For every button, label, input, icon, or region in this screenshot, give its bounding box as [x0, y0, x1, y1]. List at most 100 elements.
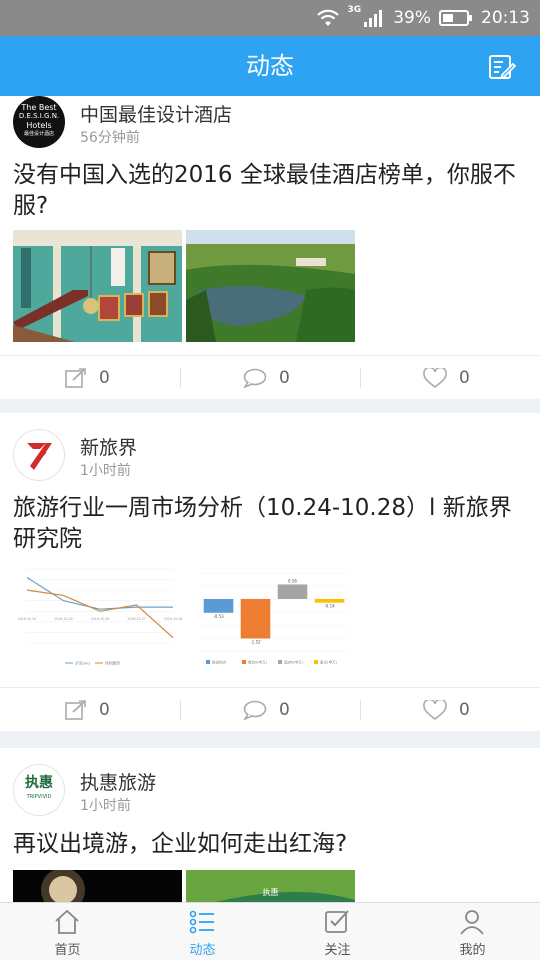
post-image[interactable]	[13, 230, 182, 342]
bar	[203, 599, 234, 613]
like-count: 0	[459, 700, 470, 720]
tick-label: 2016-10-24	[18, 617, 37, 621]
tab-feed[interactable]: 动态	[135, 903, 270, 960]
follow-check-icon	[325, 910, 349, 933]
profile-icon	[460, 910, 484, 935]
post-time: 1小时前	[80, 798, 131, 814]
post-time: 1小时前	[80, 463, 131, 479]
feed-list[interactable]: The Best D.E.S.I.G.N. Hotels 最佳设计酒店 中国最佳…	[0, 96, 540, 902]
tab-profile[interactable]: 我的	[405, 903, 540, 960]
clock: 20:13	[481, 8, 530, 28]
bar	[240, 599, 271, 639]
legend-label: 景点(申万)	[320, 660, 338, 665]
avatar-text: 执惠	[25, 775, 53, 791]
divider	[180, 368, 181, 388]
feed-list-icon	[189, 910, 214, 934]
comment-button[interactable]: 0	[243, 688, 290, 732]
author-avatar[interactable]	[13, 429, 65, 481]
author-avatar[interactable]: The Best D.E.S.I.G.N. Hotels 最佳设计酒店	[13, 96, 65, 148]
tab-home[interactable]: 首页	[0, 903, 135, 960]
tick-label: 2016-10-26	[91, 617, 110, 621]
comment-count: 0	[279, 700, 290, 720]
legend-label: 酒店Ⅱ(申万)	[284, 660, 304, 665]
author-avatar[interactable]: 执惠 TRIPVIVID	[13, 764, 65, 816]
comment-icon	[243, 700, 267, 720]
legend-swatch	[242, 660, 246, 664]
data-label: -0.14	[324, 604, 335, 609]
like-button[interactable]: 0	[423, 688, 470, 732]
avatar-text: 最佳设计酒店	[23, 131, 54, 137]
comment-icon	[243, 368, 267, 388]
post-card[interactable]: 执惠 TRIPVIVID 执惠旅游 1小时前 再议出境游，企业如何走出红海? 执…	[0, 748, 540, 902]
tab-follow[interactable]: 关注	[270, 903, 405, 960]
post-title[interactable]: 再议出境游，企业如何走出红海?	[13, 829, 528, 860]
post-image[interactable]	[186, 230, 355, 342]
compose-icon[interactable]	[488, 53, 516, 81]
comment-button[interactable]: 0	[243, 356, 290, 400]
tab-label: 关注	[324, 943, 351, 958]
post-time: 56分钟前	[80, 130, 140, 146]
post-actions: 0 0 0	[0, 687, 540, 731]
share-icon	[65, 700, 86, 720]
post-card[interactable]: 新旅界 1小时前 旅游行业一周市场分析（10.24-10.28）l 新旅界研究院…	[0, 413, 540, 731]
tick-label: 2016-10-27	[127, 617, 146, 621]
signal-icon	[364, 10, 383, 27]
data-label: 0.56	[288, 578, 297, 583]
comment-count: 0	[279, 368, 290, 388]
avatar-text: TRIPVIVID	[26, 794, 52, 800]
avatar-text: The Best	[21, 103, 57, 112]
bar	[277, 584, 308, 599]
post-image[interactable]: 执惠	[186, 870, 355, 902]
share-button[interactable]: 0	[65, 688, 110, 732]
battery-icon	[439, 10, 472, 26]
heart-icon	[423, 699, 447, 720]
legend-label: 休闲服务	[105, 661, 120, 666]
author-name[interactable]: 执惠旅游	[80, 768, 156, 795]
legend-swatch	[206, 660, 210, 664]
legend-swatch	[278, 660, 282, 664]
network-type: 3G	[347, 5, 362, 15]
like-button[interactable]: 0	[423, 356, 470, 400]
tab-label: 动态	[189, 943, 216, 958]
divider	[360, 700, 361, 720]
author-name[interactable]: 新旅界	[80, 433, 137, 460]
data-label: -0.53	[213, 614, 224, 619]
bar	[314, 599, 345, 603]
divider	[180, 700, 181, 720]
post-card[interactable]: The Best D.E.S.I.G.N. Hotels 最佳设计酒店 中国最佳…	[0, 96, 540, 399]
legend-label: 沪深300	[75, 661, 90, 666]
post-title[interactable]: 没有中国入选的2016 全球最佳酒店榜单，你服不服?	[13, 160, 528, 222]
author-name[interactable]: 中国最佳设计酒店	[80, 100, 232, 127]
legend-label: 旅游综合	[212, 660, 227, 665]
legend-swatch	[314, 660, 318, 664]
wifi-icon	[316, 9, 339, 26]
post-image[interactable]	[13, 870, 182, 902]
post-title[interactable]: 旅游行业一周市场分析（10.24-10.28）l 新旅界研究院	[13, 493, 528, 555]
battery-percent: 39%	[393, 8, 431, 28]
bottom-tab-bar: 首页 动态 关注 我的	[0, 902, 540, 960]
bar-chart: -0.53 -1.52 0.56 -0.14 旅游综合 餐饮Ⅱ(申万) 酒店Ⅱ(申万) 景点(…	[200, 572, 348, 665]
data-label: -1.52	[250, 640, 261, 645]
divider	[360, 368, 361, 388]
status-bar: 3G 39% 20:13	[0, 0, 540, 36]
legend-label: 餐饮Ⅱ(申万)	[248, 660, 268, 665]
tick-label: 2016-10-25	[54, 617, 73, 621]
home-icon	[55, 909, 79, 934]
top-nav-bar: 动态	[0, 36, 540, 96]
like-count: 0	[459, 368, 470, 388]
heart-icon	[423, 367, 447, 388]
share-count: 0	[99, 700, 110, 720]
line-chart: 2016-10-24 2016-10-25 2016-10-26 2016-10-27…	[18, 568, 182, 666]
avatar-text: D.E.S.I.G.N.	[18, 112, 60, 120]
tick-label: 2016-10-28	[164, 617, 182, 621]
post-image[interactable]: 2016-10-24 2016-10-25 2016-10-26 2016-10-27…	[13, 563, 182, 675]
share-icon	[65, 368, 86, 388]
share-button[interactable]: 0	[65, 356, 110, 400]
page-title: 动态	[246, 52, 294, 80]
post-actions: 0 0 0	[0, 355, 540, 399]
tab-label: 首页	[54, 943, 81, 958]
image-logo-text: 执惠	[262, 888, 279, 897]
series-line	[26, 589, 174, 639]
tab-label: 我的	[459, 943, 486, 958]
post-image[interactable]: -0.53 -1.52 0.56 -0.14 旅游综合 餐饮Ⅱ(申万) 酒店Ⅱ(申万) 景点(…	[186, 563, 355, 675]
